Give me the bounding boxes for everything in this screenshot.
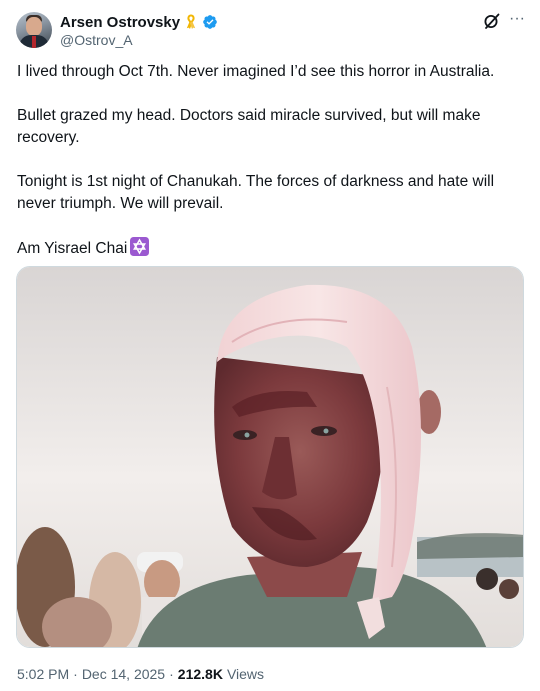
tweet-paragraph: I lived through Oct 7th. Never imagined … — [17, 63, 495, 80]
author-handle[interactable]: @Ostrov_A — [60, 32, 133, 48]
meta-separator: · — [73, 666, 78, 682]
verified-badge-icon[interactable] — [202, 14, 218, 30]
tweet-paragraph: Bullet grazed my head. Doctors said mira… — [17, 107, 481, 146]
grok-icon[interactable] — [483, 12, 501, 30]
post-date[interactable]: Dec 14, 2025 — [82, 666, 165, 682]
tweet-meta: 5:02 PM · Dec 14, 2025 · 212.8K Views — [17, 666, 264, 682]
meta-separator: · — [169, 666, 174, 682]
tweet-paragraph: Tonight is 1st night of Chanukah. The fo… — [17, 173, 495, 212]
tweet: Arsen Ostrovsky @Ostrov_A ··· I lived th… — [0, 0, 540, 691]
post-time[interactable]: 5:02 PM — [17, 666, 69, 682]
man-with-head-bandage-photo — [17, 267, 523, 647]
author-display-name[interactable]: Arsen Ostrovsky — [60, 14, 180, 31]
tweet-paragraph: Am Yisrael Chai — [17, 240, 128, 257]
views-label: Views — [226, 666, 265, 682]
tweet-photo[interactable] — [16, 266, 524, 648]
tweet-last-paragraph: Am Yisrael Chai — [17, 237, 522, 260]
more-options-icon[interactable]: ··· — [507, 10, 527, 30]
author-avatar[interactable] — [16, 12, 52, 48]
views-count: 212.8K — [177, 666, 223, 682]
author-name-row: Arsen Ostrovsky — [60, 12, 218, 32]
star-of-david-icon — [130, 237, 150, 256]
tweet-text: I lived through Oct 7th. Never imagined … — [17, 61, 522, 260]
yellow-ribbon-icon — [183, 14, 199, 30]
